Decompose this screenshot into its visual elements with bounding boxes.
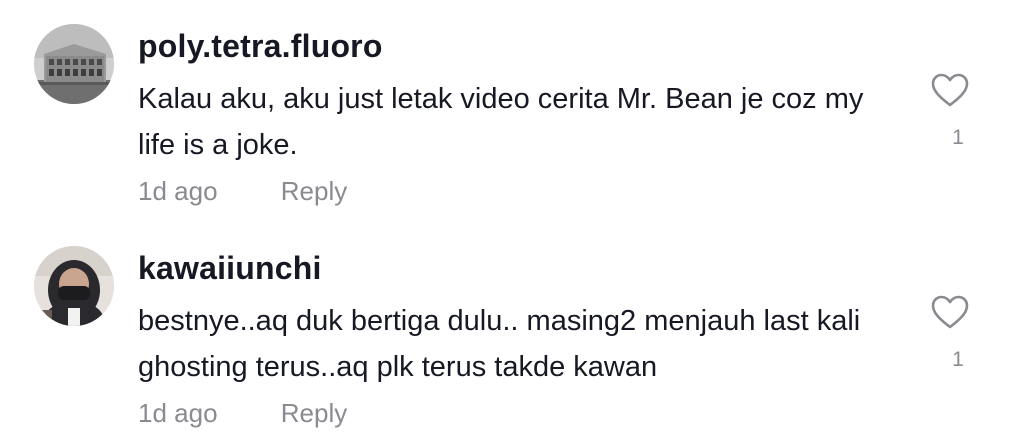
comment-username[interactable]: kawaiiunchi xyxy=(138,250,322,287)
like-button[interactable] xyxy=(930,72,974,108)
heart-icon xyxy=(931,295,969,329)
comment-list: poly.tetra.fluoro Kalau aku, aku just le… xyxy=(0,0,1026,446)
heart-icon xyxy=(931,73,969,107)
reply-button[interactable]: Reply xyxy=(281,176,347,207)
like-button[interactable] xyxy=(930,294,974,330)
comment-item: poly.tetra.fluoro Kalau aku, aku just le… xyxy=(0,0,1026,222)
avatar[interactable] xyxy=(34,246,114,326)
comment-meta: 1d ago Reply xyxy=(138,398,347,429)
comment-item: kawaiiunchi bestnye..aq duk bertiga dulu… xyxy=(0,222,1026,444)
comment-text: bestnye..aq duk bertiga dulu.. masing2 m… xyxy=(138,305,861,383)
masked-person-avatar-icon xyxy=(34,246,114,326)
comment-text: Kalau aku, aku just letak video cerita M… xyxy=(138,83,864,161)
comment-meta: 1d ago Reply xyxy=(138,176,347,207)
avatar[interactable] xyxy=(34,24,114,104)
reply-button[interactable]: Reply xyxy=(281,398,347,429)
comment-username[interactable]: poly.tetra.fluoro xyxy=(138,28,383,65)
like-count: 1 xyxy=(952,126,964,149)
comment-timestamp: 1d ago xyxy=(138,176,218,206)
building-photo-avatar-icon xyxy=(34,24,114,104)
like-count: 1 xyxy=(952,348,964,371)
comment-timestamp: 1d ago xyxy=(138,398,218,428)
